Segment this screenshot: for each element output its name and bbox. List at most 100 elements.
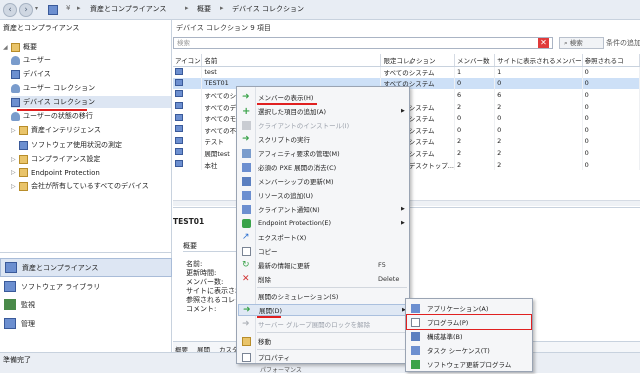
add-criteria-button[interactable]: 条件の追加 xyxy=(606,38,640,48)
menu-item-copy[interactable]: コピー xyxy=(238,245,408,257)
submenu-item-software-updates[interactable]: ソフトウェア更新プログラム xyxy=(407,358,531,370)
back-button[interactable]: ‹ xyxy=(3,3,17,17)
cell-members: 2 xyxy=(454,135,496,148)
expand-arrow-icon[interactable]: ▷ xyxy=(11,169,19,176)
tree-item-user-collections[interactable]: ユーザー コレクション xyxy=(11,83,95,93)
menu-item-install-client[interactable]: クライアントのインストール(I) xyxy=(238,119,408,131)
arrow-right-icon: ➜ xyxy=(242,91,250,102)
menu-item-add-resources[interactable]: リソースの追加(U) xyxy=(238,189,408,201)
collection-icon xyxy=(175,78,183,86)
pxe-icon xyxy=(242,162,251,172)
cell-site: 2 xyxy=(494,135,583,148)
menu-item-deploy[interactable]: ➜ 展開(D) ▶ xyxy=(238,304,408,316)
workspace-administration[interactable]: 管理 xyxy=(0,314,172,333)
menu-item-label: 展開(D) xyxy=(259,307,283,315)
highlight-box xyxy=(406,314,532,330)
column-header[interactable]: メンバー数 xyxy=(454,54,496,67)
tree-item-compliance-settings[interactable]: ▷ コンプライアンス設定 xyxy=(11,154,100,164)
menu-item-refresh[interactable]: ↻ 最新の情報に更新 F5 xyxy=(238,259,408,271)
column-header[interactable]: 名前 xyxy=(201,54,382,67)
column-header[interactable]: サイトに表示されるメンバー xyxy=(494,54,583,67)
tree-item-devices[interactable]: デバイス xyxy=(11,69,51,79)
workspace-monitoring[interactable]: 監視 xyxy=(0,295,172,314)
menu-item-label: 選択した項目の追加(A) xyxy=(258,108,327,116)
expand-arrow-icon[interactable]: ▷ xyxy=(11,127,19,134)
menu-item-label: コピー xyxy=(258,248,278,256)
submenu-item-application[interactable]: アプリケーション(A) xyxy=(407,302,531,314)
menu-item-delete[interactable]: ✕ 削除 Delete xyxy=(238,273,408,285)
tree-item-company-owned-devices[interactable]: ▷ 会社が所有しているすべてのデバイス xyxy=(11,181,149,191)
nav-dropdown-icon[interactable]: ▾ xyxy=(35,5,38,12)
metering-icon xyxy=(19,140,28,150)
search-input[interactable]: 検索 xyxy=(173,37,553,49)
expand-arrow-icon[interactable]: ◢ xyxy=(3,44,11,51)
tree-item-users[interactable]: ユーザー xyxy=(11,55,51,65)
submenu-item-task-sequence[interactable]: タスク シーケンス(T) xyxy=(407,344,531,356)
menu-item-run-script[interactable]: ➜ スクリプトの実行 xyxy=(238,133,408,145)
cell-members: 2 xyxy=(454,147,496,159)
tree-item-label: ユーザーの状態の移行 xyxy=(23,112,93,120)
tree-item-device-collections[interactable]: デバイス コレクション xyxy=(11,96,171,108)
forward-button[interactable]: › xyxy=(19,3,33,17)
console-icon xyxy=(48,5,58,15)
submenu-arrow-icon: ▶ xyxy=(401,220,405,226)
tree-item-label: 会社が所有しているすべてのデバイス xyxy=(31,182,149,190)
menu-item-move[interactable]: 移動 xyxy=(238,335,408,347)
submenu-arrow-icon: ▶ xyxy=(401,206,405,212)
menu-item-add-selected[interactable]: + 選択した項目の追加(A) ▶ xyxy=(238,105,408,117)
menu-item-label: 最新の情報に更新 xyxy=(258,262,310,270)
folder-icon xyxy=(19,154,28,164)
expand-arrow-icon[interactable]: ▷ xyxy=(11,156,19,163)
menu-item-label: メンバーシップの更新(M) xyxy=(258,178,334,186)
search-button-label: 検索 xyxy=(569,39,583,47)
menu-item-client-notification[interactable]: クライアント通知(N) ▶ xyxy=(238,203,408,215)
address-bar: ‹ › ▾ ¥ ▸ 資産とコンプライアンス ▸ 概要 ▸ デバイス コレクション xyxy=(0,0,640,20)
workspace-assets[interactable]: 資産とコンプライアンス xyxy=(0,258,172,277)
menu-item-update-membership[interactable]: メンバーシップの更新(M) xyxy=(238,175,408,187)
menu-item-label: 必須の PXE 展開の消去(C) xyxy=(258,164,337,172)
detail-section-label: 概要 xyxy=(183,242,197,250)
tree-item-label: ユーザー コレクション xyxy=(23,84,96,92)
tree-item-software-metering[interactable]: ソフトウェア使用状況の測定 xyxy=(19,140,122,150)
menu-item-unlock-server-group[interactable]: ➜ サーバー グループ展開のロックを解除 xyxy=(238,318,408,330)
tree-item-endpoint-protection[interactable]: ▷ Endpoint Protection xyxy=(11,168,100,177)
submenu-item-baseline[interactable]: 構成基準(B) xyxy=(407,330,531,342)
menu-item-simulate-deployment[interactable]: 展開のシミュレーション(S) xyxy=(238,290,408,302)
tree-item-user-state-migration[interactable]: ユーザーの状態の移行 xyxy=(11,111,93,121)
tree-item-overview[interactable]: ◢ 概要 xyxy=(3,42,37,52)
navigation-pane: 資産とコンプライアンス ◢ 概要 ユーザー デバイス ユーザー コレクション デバ… xyxy=(0,20,172,352)
breadcrumb-item[interactable]: デバイス コレクション xyxy=(232,4,304,14)
menu-item-export[interactable]: ↗ エクスポート(X) xyxy=(238,231,408,243)
breadcrumb-item[interactable]: 概要 xyxy=(197,4,211,14)
device-icon xyxy=(11,69,20,79)
collection-icon xyxy=(175,113,183,121)
detail-field-label: コメント: xyxy=(186,305,217,313)
clear-search-icon[interactable]: ✕ xyxy=(538,38,549,48)
menu-item-label: スクリプトの実行 xyxy=(258,136,310,144)
column-header[interactable]: 限定コレクション xyxy=(380,54,455,67)
breadcrumb-item[interactable]: 資産とコンプライアンス xyxy=(90,4,166,14)
cell-ref: 0 xyxy=(582,77,640,90)
refresh-icon xyxy=(242,176,251,186)
collection-icon xyxy=(175,148,183,156)
collection-icon xyxy=(175,136,183,144)
menu-item-endpoint-protection[interactable]: Endpoint Protection(E) ▶ xyxy=(238,217,408,229)
column-header[interactable]: アイコン xyxy=(173,54,203,67)
workspace-software-library[interactable]: ソフトウェア ライブラリ xyxy=(0,277,172,296)
expand-arrow-icon[interactable]: ▷ xyxy=(11,183,19,190)
menu-item-affinity-requests[interactable]: アフィニティ要求の管理(M) xyxy=(238,147,408,159)
menu-item-properties[interactable]: プロパティ xyxy=(238,351,408,363)
column-header[interactable]: 参照されるコ xyxy=(582,54,640,67)
reload-icon: ↻ xyxy=(242,259,250,270)
cell-members: 0 xyxy=(454,123,496,136)
menu-item-view-members[interactable]: ➜ メンバーの表示(H) xyxy=(238,91,408,103)
tree-item-label: ユーザー xyxy=(23,56,51,64)
workspace-label: 資産とコンプライアンス xyxy=(22,263,99,272)
tree-item-asset-intelligence[interactable]: ▷ 資産インテリジェンス xyxy=(11,125,101,135)
menu-item-clear-pxe[interactable]: 必須の PXE 展開の消去(C) xyxy=(238,161,408,173)
cell-members: 0 xyxy=(454,77,496,90)
menu-item-label: 移動 xyxy=(258,338,271,346)
table-row[interactable]: test すべてのシステム 1 1 0 xyxy=(173,66,640,78)
search-button[interactable]: ⌕ 検索 xyxy=(559,37,604,49)
task-sequence-icon xyxy=(411,345,420,355)
